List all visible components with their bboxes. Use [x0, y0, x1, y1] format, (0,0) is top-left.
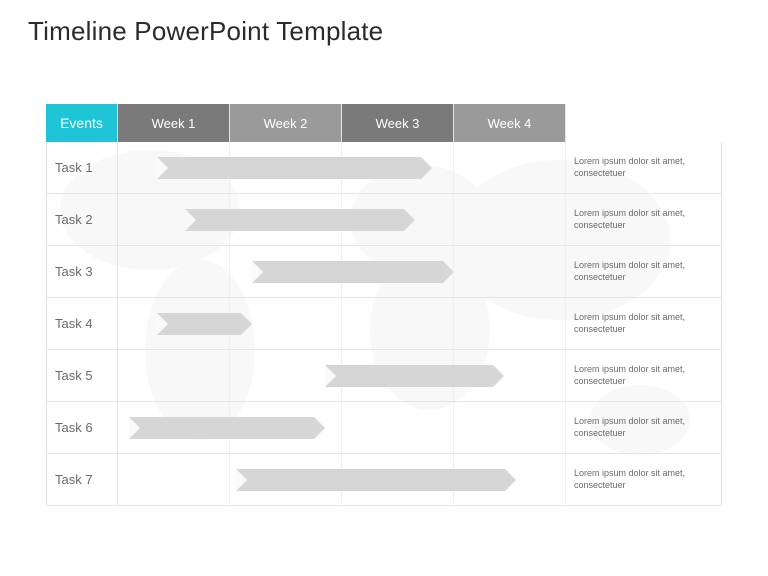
- slide: Timeline PowerPoint Template Events Week…: [0, 0, 768, 576]
- task-desc: Lorem ipsum dolor sit amet, consectetuer: [566, 454, 722, 506]
- task-desc: Lorem ipsum dolor sit amet, consectetuer: [566, 142, 722, 194]
- grid-cell: [118, 246, 230, 298]
- gantt-bar: [252, 261, 443, 283]
- gantt-bar: [157, 313, 241, 335]
- task-desc: Lorem ipsum dolor sit amet, consectetuer: [566, 298, 722, 350]
- task-label: Task 5: [46, 350, 118, 402]
- task-label: Task 2: [46, 194, 118, 246]
- header-week-2: Week 2: [230, 104, 342, 142]
- grid-cell: [454, 402, 566, 454]
- gantt-grid: Events Week 1 Week 2 Week 3 Week 4 Task …: [46, 104, 722, 506]
- gantt-bar: [325, 365, 493, 387]
- grid-cell: [342, 298, 454, 350]
- task-label: Task 6: [46, 402, 118, 454]
- gantt-bar: [185, 209, 404, 231]
- grid-cell: [454, 142, 566, 194]
- header-week-3: Week 3: [342, 104, 454, 142]
- grid-cell: [454, 246, 566, 298]
- gantt-chart: Events Week 1 Week 2 Week 3 Week 4 Task …: [46, 104, 722, 506]
- header-week-4: Week 4: [454, 104, 566, 142]
- grid-cell: [454, 298, 566, 350]
- header-week-1: Week 1: [118, 104, 230, 142]
- task-label: Task 3: [46, 246, 118, 298]
- task-label: Task 1: [46, 142, 118, 194]
- task-desc: Lorem ipsum dolor sit amet, consectetuer: [566, 246, 722, 298]
- task-desc: Lorem ipsum dolor sit amet, consectetuer: [566, 350, 722, 402]
- grid-cell: [118, 350, 230, 402]
- gantt-bar: [157, 157, 420, 179]
- task-desc: Lorem ipsum dolor sit amet, consectetuer: [566, 194, 722, 246]
- gantt-bar: [129, 417, 314, 439]
- task-label: Task 7: [46, 454, 118, 506]
- header-events: Events: [46, 104, 118, 142]
- header-blank: [566, 104, 722, 142]
- task-label: Task 4: [46, 298, 118, 350]
- task-desc: Lorem ipsum dolor sit amet, consectetuer: [566, 402, 722, 454]
- grid-cell: [342, 402, 454, 454]
- page-title: Timeline PowerPoint Template: [28, 16, 383, 47]
- grid-cell: [118, 454, 230, 506]
- grid-cell: [454, 194, 566, 246]
- gantt-bar: [236, 469, 505, 491]
